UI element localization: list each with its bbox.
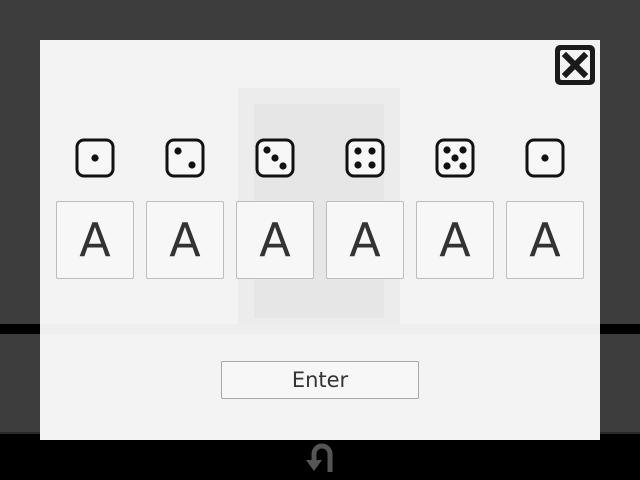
die-face-1-icon	[525, 138, 565, 178]
die-pip	[443, 162, 451, 170]
die-face-4-icon	[345, 138, 385, 178]
die-face-5-icon	[435, 138, 475, 178]
die-pip	[459, 162, 467, 170]
die-pip	[368, 147, 376, 155]
die-pip	[174, 147, 182, 155]
die-pip	[354, 161, 362, 169]
dice-code-dialog: A A A A A A Enter	[40, 40, 600, 440]
die-pip	[443, 146, 451, 154]
die-pip	[271, 154, 279, 162]
letter-selector-6[interactable]: A	[506, 201, 584, 279]
die-pip	[541, 154, 549, 162]
letter-selector-3[interactable]: A	[236, 201, 314, 279]
die-pip	[188, 161, 196, 169]
return-arrow-icon[interactable]	[300, 438, 340, 476]
enter-button[interactable]: Enter	[221, 361, 419, 399]
die-face-2-icon	[165, 138, 205, 178]
die-pip	[263, 146, 271, 154]
die-pip	[459, 146, 467, 154]
die-pip	[91, 154, 99, 162]
background-floor-line	[40, 324, 600, 334]
close-icon	[560, 50, 590, 80]
die-pip	[279, 162, 287, 170]
letter-selector-5[interactable]: A	[416, 201, 494, 279]
die-pip	[354, 147, 362, 155]
die-pip	[368, 161, 376, 169]
die-face-1-icon	[75, 138, 115, 178]
die-face-3-icon	[255, 138, 295, 178]
die-pip	[451, 154, 459, 162]
letter-selector-2[interactable]: A	[146, 201, 224, 279]
letter-selector-1[interactable]: A	[56, 201, 134, 279]
close-button[interactable]	[555, 45, 595, 85]
letter-selector-4[interactable]: A	[326, 201, 404, 279]
